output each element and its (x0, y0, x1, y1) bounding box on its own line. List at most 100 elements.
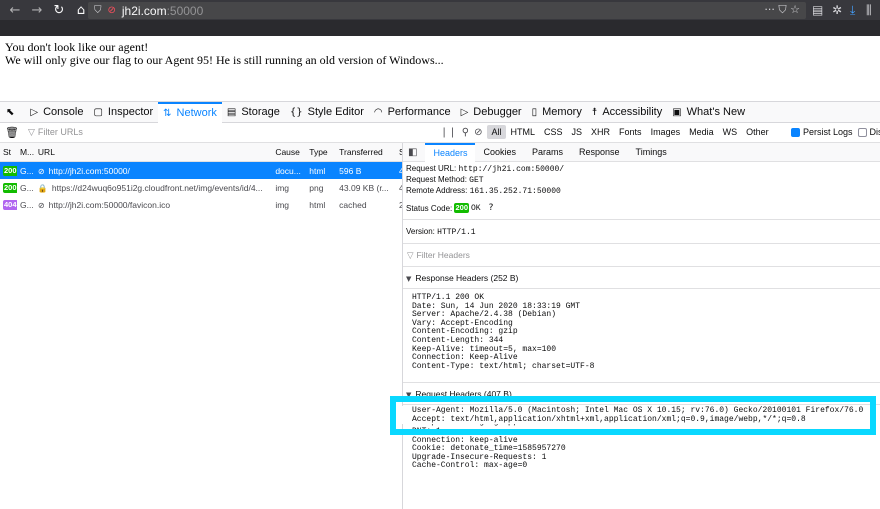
tab-cookies[interactable]: Cookies (475, 143, 524, 162)
col-size[interactable]: S (396, 147, 402, 157)
page-line-2: We will only give our flag to our Agent … (5, 53, 444, 67)
filter-media[interactable]: Media (685, 125, 718, 139)
tab-headers[interactable]: Headers (425, 143, 476, 162)
request-list: St M... URL Cause Type Transferred S 200… (0, 143, 403, 509)
page-actions-icon[interactable]: ··· ⛉ ☆ (764, 3, 800, 17)
pause-icon[interactable]: ❘❘ (440, 127, 457, 138)
highlighted-headers: User-Agent: Mozilla/5.0 (Macintosh; Inte… (402, 406, 866, 424)
filter-icon: ▽ (407, 251, 414, 261)
filter-headers-input[interactable]: ▽ Filter Headers (403, 243, 880, 267)
insecure-icon: ⊘ (37, 200, 45, 210)
toolbar-shadow (0, 20, 880, 36)
tab-whats-new[interactable]: ▣ What's New (667, 102, 750, 123)
caret-down-icon: ▼ (406, 275, 412, 283)
request-summary: Request URL: http://jh2i.com:50000/ Requ… (406, 164, 565, 196)
col-method[interactable]: M... (17, 147, 35, 157)
filter-images[interactable]: Images (647, 125, 685, 139)
tab-inspector[interactable]: ▢ Inspector (88, 102, 158, 123)
filter-all[interactable]: All (487, 125, 506, 139)
request-url: http://jh2i.com:50000/ (458, 165, 565, 174)
filter-xhr[interactable]: XHR (587, 125, 614, 139)
tab-storage[interactable]: ▤ Storage (222, 102, 285, 123)
col-cause[interactable]: Cause (272, 147, 306, 157)
table-header: St M... URL Cause Type Transferred S (0, 143, 402, 162)
console-icon: ▷ (30, 106, 39, 118)
col-transferred[interactable]: Transferred (336, 147, 396, 157)
tab-network[interactable]: ⇅ Network (158, 101, 222, 123)
table-row[interactable]: 200 G... ⊘ http://jh2i.com:50000/ docu...… (0, 162, 402, 179)
filter-icon: ▽ (28, 128, 35, 138)
tab-params[interactable]: Params (524, 143, 571, 162)
downloads-icon[interactable]: ⤓ (850, 3, 855, 18)
type-filters: ❘❘ ⚲ ⊘ All HTML CSS JS XHR Fonts Images … (440, 125, 774, 139)
url-bar[interactable]: ⛉ ⊘ jh2i.com:50000 ··· ⛉ ☆ (88, 2, 806, 19)
style-editor-icon: {} (289, 106, 303, 118)
home-icon[interactable]: ⌂ (74, 3, 88, 18)
accessibility-icon: ☨ (591, 106, 598, 118)
reload-icon[interactable]: ↻ (52, 3, 66, 18)
lock-icon: 🔒 (37, 183, 48, 193)
remote-address: 161.35.252.71:50000 (469, 187, 561, 196)
status-code-line: Status Code: 200 OK? (406, 203, 494, 213)
tab-performance[interactable]: ◠ Performance (369, 102, 456, 123)
shield-icon[interactable]: ⛉ (94, 5, 102, 16)
tab-accessibility[interactable]: ☨ Accessibility (587, 102, 667, 123)
request-details-panel: ◧ Headers Cookies Params Response Timing… (403, 143, 880, 509)
insecure-icon: ⊘ (37, 166, 45, 176)
toggle-sidebar-icon[interactable]: ◧ (408, 147, 417, 158)
url-port: :50000 (166, 3, 204, 18)
tab-timings[interactable]: Timings (628, 143, 675, 162)
persist-logs-checkbox[interactable]: Persist Logs Disa (791, 127, 880, 137)
request-method: GET (469, 176, 484, 185)
col-type[interactable]: Type (306, 147, 336, 157)
help-icon[interactable]: ? (489, 203, 494, 213)
table-row[interactable]: 200 G... 🔒 https://d24wuq6o951i2g.cloudfr… (0, 179, 402, 196)
status-badge: 404 (3, 200, 17, 210)
checkbox-checked[interactable] (791, 127, 800, 137)
status-badge: 200 (3, 166, 17, 176)
forward-arrow-icon[interactable]: → (30, 3, 44, 18)
page-content: You don't look like our agent! We will o… (5, 41, 444, 67)
debugger-icon: ▷ (460, 106, 469, 118)
filter-ws[interactable]: WS (719, 125, 742, 139)
network-icon: ⇅ (163, 107, 172, 119)
storage-icon: ▤ (226, 106, 237, 118)
highlight-box: User-Agent: Mozilla/5.0 (Macintosh; Inte… (390, 396, 876, 435)
status-code-badge: 200 (454, 203, 469, 213)
devtools-tabbar: ⬉ ▷ Console ▢ Inspector ⇅ Network ▤ Storage … (0, 101, 880, 123)
filter-other[interactable]: Other (742, 125, 773, 139)
reader-view-icon[interactable]: ▤ (812, 3, 823, 17)
response-headers-toggle[interactable]: ▼ Response Headers (252 B) (403, 267, 880, 289)
disable-cache-checkbox[interactable] (857, 127, 867, 137)
response-headers-raw: HTTP/1.1 200 OK Date: Sun, 14 Jun 2020 1… (412, 293, 595, 371)
network-toolbar: 🗑 ▽ Filter URLs ❘❘ ⚲ ⊘ All HTML CSS JS XH… (0, 123, 880, 143)
element-picker-icon[interactable]: ⬉ (0, 102, 25, 123)
back-arrow-icon[interactable]: ← (8, 3, 22, 18)
tab-memory[interactable]: ▯ Memory (527, 102, 587, 123)
search-icon[interactable]: ⚲ (462, 127, 469, 138)
inspector-icon: ▢ (93, 106, 103, 118)
not-secure-lock-icon[interactable]: ⊘ (108, 5, 116, 16)
col-status[interactable]: St (0, 147, 17, 157)
col-url[interactable]: URL (35, 147, 272, 157)
block-icon[interactable]: ⊘ (474, 127, 482, 138)
filter-js[interactable]: JS (568, 125, 587, 139)
tab-console[interactable]: ▷ Console (25, 102, 88, 123)
extension-icon[interactable]: ✲ (832, 3, 842, 17)
url-host: jh2i.com (121, 3, 167, 18)
tab-response[interactable]: Response (571, 143, 628, 162)
table-row[interactable]: 404 G... ⊘ http://jh2i.com:50000/favicon.… (0, 196, 402, 213)
memory-icon: ▯ (531, 106, 538, 118)
filter-fonts[interactable]: Fonts (615, 125, 646, 139)
gift-icon: ▣ (672, 106, 682, 118)
filter-css[interactable]: CSS (540, 125, 567, 139)
filter-urls-input[interactable]: ▽ Filter URLs (28, 127, 83, 138)
version-line: Version: HTTP/1.1 (406, 227, 476, 237)
tab-debugger[interactable]: ▷ Debugger (456, 102, 527, 123)
details-tabbar: ◧ Headers Cookies Params Response Timing… (403, 143, 880, 162)
library-icon[interactable]: ⫼ (866, 3, 872, 18)
trash-icon[interactable]: 🗑 (5, 126, 19, 139)
browser-toolbar: ← → ↻ ⌂ ⛉ ⊘ jh2i.com:50000 ··· ⛉ ☆ ▤ ✲ ⤓… (0, 0, 880, 20)
tab-style-editor[interactable]: {} Style Editor (285, 102, 369, 123)
filter-html[interactable]: HTML (507, 125, 540, 139)
